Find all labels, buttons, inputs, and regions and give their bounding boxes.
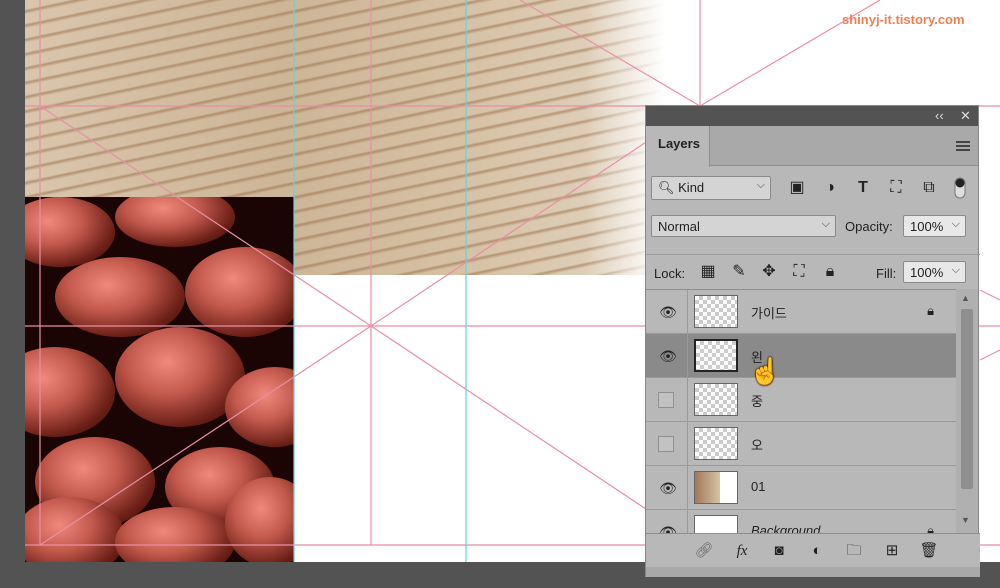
visibility-toggle[interactable] [658,436,674,452]
layer-list[interactable]: 👁︎ 가이드 🔒︎ 👁︎ 왼 중 오 👁︎ 01 👁︎ Background 🔒… [646,289,956,533]
search-icon: 🔍︎ [658,180,675,195]
layer-name: 01 [751,479,766,494]
type-filter-icon[interactable]: T [852,177,874,199]
eye-icon[interactable]: 👁︎ [658,348,678,364]
layer-row[interactable]: 오 [646,422,956,466]
lock-transparent-pixels-icon[interactable]: ▦ [697,261,719,283]
pixel-filter-icon[interactable]: ▣ [786,177,808,199]
adjustment-filter-icon[interactable]: ◑ [819,177,841,199]
lock-icon: 🔒︎ [927,303,934,318]
chevron-down-icon: ⌵ [756,179,765,191]
opacity-label: Opacity: [845,219,893,234]
filter-toggle-switch[interactable] [949,177,971,199]
close-panel-button[interactable]: ✕ [960,108,971,124]
lock-image-pixels-icon[interactable]: ✎ [728,261,750,283]
tab-layers[interactable]: Layers [646,126,710,167]
layer-row[interactable]: 중 [646,378,956,422]
shape-filter-icon[interactable]: ⛶ [885,177,907,199]
lock-position-icon[interactable]: ✥ [758,261,780,283]
scroll-up-icon[interactable]: ▲ [961,293,970,303]
kind-filter-label: Kind [678,180,705,195]
kind-filter-select[interactable]: 🔍︎ Kind ⌵ [651,176,771,200]
trash-icon[interactable]: 🗑︎ [918,540,940,562]
divider [687,334,688,378]
eye-icon[interactable]: 👁︎ [658,524,678,533]
lock-row: Lock: ▦ ✎ ✥ ⛶ 🔒︎ Fill: 100% ⌵ [646,254,980,289]
layer-row[interactable]: 👁︎ 01 [646,466,956,510]
blend-mode-value: Normal [658,219,700,234]
lock-all-icon[interactable]: 🔒︎ [819,261,841,283]
layer-name: 오 [751,438,763,453]
lock-icon: 🔒︎ [927,523,934,533]
divider [687,378,688,422]
lock-label: Lock: [654,266,686,281]
smart-object-filter-icon[interactable]: ⧉ [918,177,940,199]
layer-name: Background [751,523,821,533]
panel-menu-icon[interactable] [956,141,970,153]
opacity-input[interactable]: 100% ⌵ [903,215,966,237]
add-mask-icon[interactable]: ◙ [768,540,790,562]
layers-panel: ‹‹ ✕ Layers 🔍︎ Kind ⌵ ▣ ◑ T ⛶ ⧉ Normal ⌵… [645,105,980,577]
layer-row[interactable]: 👁︎ Background 🔒︎ [646,510,956,533]
visibility-toggle[interactable] [658,392,674,408]
fill-value: 100% [910,265,944,280]
layer-row[interactable]: 👁︎ 가이드 🔒︎ [646,290,956,334]
divider [687,510,688,533]
panel-tab-bar: Layers [646,126,978,167]
collapse-panel-button[interactable]: ‹‹ [935,108,944,123]
chevron-down-icon: ⌵ [951,264,960,276]
panel-resize-grip[interactable] [646,567,980,577]
layer-thumbnail [694,515,738,533]
panel-title-bar[interactable]: ‹‹ ✕ [646,106,978,126]
layer-thumbnail [694,427,738,460]
hand-cursor-icon: ☝ [749,356,782,386]
new-layer-icon[interactable]: ⊞ [881,540,903,562]
layer-row[interactable]: 👁︎ 왼 [646,334,956,378]
new-group-icon[interactable]: 🗀︎ [843,540,865,562]
layer-thumbnail [694,383,738,416]
panel-footer: 🔗︎ fx ◙ ◐ 🗀︎ ⊞ 🗑︎ [646,533,980,567]
coffee-beans-image [25,197,294,562]
lock-artboard-icon[interactable]: ⛶ [788,261,810,283]
chevron-down-icon: ⌵ [951,218,960,230]
chevron-down-icon: ⌵ [821,218,830,230]
watermark-text: shinyj-it.tistory.com [842,12,965,27]
layer-thumbnail [694,339,738,372]
divider [687,422,688,466]
eye-icon[interactable]: 👁︎ [658,480,678,496]
layer-name: 중 [751,394,763,409]
opacity-value: 100% [910,219,944,234]
blend-mode-select[interactable]: Normal ⌵ [651,215,836,237]
layer-thumbnail [694,471,738,504]
divider [687,290,688,334]
scroll-down-icon[interactable]: ▼ [961,515,970,525]
eye-icon[interactable]: 👁︎ [658,304,678,320]
layer-thumbnail [694,295,738,328]
link-layers-icon[interactable]: 🔗︎ [693,540,715,562]
scrollbar-thumb[interactable] [961,309,973,489]
fill-label: Fill: [876,266,897,281]
fx-icon[interactable]: fx [731,540,753,562]
adjustment-layer-icon[interactable]: ◐ [806,540,828,562]
layer-name: 가이드 [751,306,787,321]
fill-input[interactable]: 100% ⌵ [903,261,966,283]
divider [687,466,688,510]
layer-scrollbar[interactable]: ▲ ▼ [956,289,978,533]
